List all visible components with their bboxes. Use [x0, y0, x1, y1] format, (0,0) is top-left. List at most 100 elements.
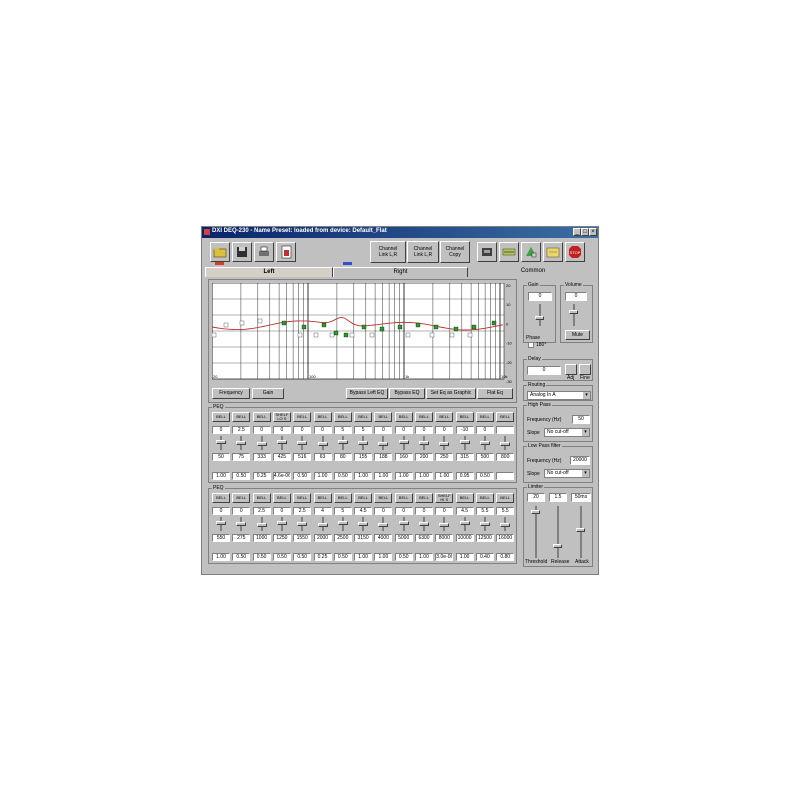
peq-left-gain-slider[interactable]	[418, 436, 430, 450]
peq-left-q-field[interactable]: 1.00	[394, 472, 413, 480]
peq-left-q-field[interactable]: 0.25	[252, 472, 271, 480]
peq-right-gain-slider[interactable]	[256, 517, 268, 531]
peq-right-gain-field[interactable]: 5	[333, 507, 352, 515]
peq-left-q-field[interactable]: 1.00	[313, 472, 332, 480]
peq-left-filter-type-button[interactable]: BELL	[354, 412, 373, 422]
peq-left-q-field[interactable]: 0.50	[232, 472, 251, 480]
peq-right-frequency-field[interactable]: 550	[212, 534, 230, 542]
peq-right-filter-type-button[interactable]: BELL	[232, 493, 251, 503]
peq-right-gain-slider[interactable]	[499, 517, 511, 531]
slider-thumb[interactable]	[236, 522, 247, 526]
release-slider-thumb[interactable]	[553, 544, 562, 548]
peq-left-gain-slider[interactable]	[459, 436, 471, 450]
peq-left-frequency-field[interactable]: 425	[272, 453, 291, 461]
peq-left-frequency-field[interactable]: 500	[475, 453, 494, 461]
peq-right-gain-slider[interactable]	[377, 517, 389, 531]
peq-left-gain-field[interactable]: 0	[293, 426, 312, 434]
peq-right-frequency-field[interactable]: 275	[232, 534, 251, 542]
peq-right-gain-slider[interactable]	[317, 517, 329, 531]
peq-right-q-field[interactable]: 0.25	[313, 553, 332, 561]
slider-thumb[interactable]	[317, 523, 328, 527]
peq-right-filter-type-button[interactable]: BELL	[293, 493, 312, 503]
eq-curve-graph[interactable]: 20100-10-20-3020 100 1k 10k	[212, 283, 519, 383]
peq-left-filter-type-button[interactable]: BELL	[293, 412, 312, 422]
peq-right-q-field[interactable]: 0.80	[496, 553, 515, 561]
peq-right-frequency-field[interactable]: 10000	[455, 534, 474, 542]
channel-link-lr-button[interactable]: Channel Link L,R	[407, 241, 439, 263]
peq-left-frequency-field[interactable]: 80	[333, 453, 352, 461]
peq-right-frequency-field[interactable]: 4000	[374, 534, 393, 542]
peq-left-gain-field[interactable]: 5	[333, 426, 352, 434]
bypass-eq-button[interactable]: Bypass EQ	[389, 388, 425, 399]
channel-copy-button[interactable]: Channel Copy	[440, 241, 470, 263]
peq-right-filter-type-button[interactable]: BELL	[455, 493, 474, 503]
peq-left-q-field[interactable]: 1.00	[354, 472, 373, 480]
peq-right-filter-type-button[interactable]: BELL	[354, 493, 373, 503]
slider-thumb[interactable]	[337, 521, 348, 525]
peq-right-q-field[interactable]: 1.00	[455, 553, 474, 561]
peq-right-gain-field[interactable]: 0	[374, 507, 393, 515]
slider-thumb[interactable]	[358, 522, 369, 526]
peq-right-frequency-field[interactable]: 1250	[272, 534, 291, 542]
peq-left-frequency-field[interactable]: 155	[354, 453, 373, 461]
peq-left-q-slider[interactable]	[418, 462, 430, 470]
maximize-button[interactable]: □	[581, 228, 589, 236]
peq-left-filter-type-button[interactable]: BELL	[475, 412, 494, 422]
slider-thumb[interactable]	[378, 523, 389, 527]
peq-right-gain-field[interactable]: 4.5	[455, 507, 474, 515]
peq-right-gain-slider[interactable]	[357, 517, 369, 531]
slider-thumb[interactable]	[479, 522, 490, 526]
peq-left-gain-slider[interactable]	[337, 436, 349, 450]
peq-right-frequency-field[interactable]: 16000	[496, 534, 515, 542]
peq-left-frequency-field[interactable]: 800	[496, 453, 515, 461]
peq-right-filter-type-button[interactable]: BELL	[333, 493, 352, 503]
peq-right-gain-slider[interactable]	[459, 517, 471, 531]
peq-left-q-slider[interactable]	[276, 462, 288, 470]
peq-right-gain-field[interactable]: 5.5	[475, 507, 494, 515]
slider-thumb[interactable]	[216, 440, 226, 444]
peq-left-gain-field[interactable]: 0	[272, 426, 291, 434]
volume-value-field[interactable]: 0	[565, 292, 587, 301]
slider-thumb[interactable]	[439, 523, 450, 527]
peq-right-q-slider[interactable]	[459, 543, 471, 551]
peq-left-gain-slider[interactable]	[357, 436, 369, 450]
peq-left-q-field[interactable]: 0.95	[455, 472, 474, 480]
peq-right-gain-field[interactable]: 0	[394, 507, 413, 515]
peq-left-gain-slider[interactable]	[317, 436, 329, 450]
peq-left-gain-slider[interactable]	[398, 436, 410, 450]
peq-left-q-slider[interactable]	[215, 462, 227, 470]
peq-left-frequency-field[interactable]: 516	[293, 453, 312, 461]
gain-slider-thumb[interactable]	[535, 316, 544, 320]
slider-thumb[interactable]	[276, 440, 287, 444]
peq-left-q-slider[interactable]	[377, 462, 389, 470]
peq-left-gain-field[interactable]: 2.5	[232, 426, 251, 434]
peq-left-q-slider[interactable]	[235, 462, 247, 470]
peq-right-gain-slider[interactable]	[235, 517, 247, 531]
delay-fine-spinner[interactable]	[579, 364, 591, 375]
peq-left-frequency-field[interactable]: 75	[232, 453, 251, 461]
peq-right-frequency-field[interactable]: 5000	[394, 534, 413, 542]
peq-left-filter-type-button[interactable]: BELL	[232, 412, 251, 422]
peq-right-gain-field[interactable]: 0	[272, 507, 291, 515]
stop-icon[interactable]: STOP	[565, 242, 585, 262]
peq-left-filter-type-button[interactable]: SHELF LO S	[272, 412, 291, 422]
peq-left-q-field[interactable]: 0.50	[475, 472, 494, 480]
close-button[interactable]: ×	[589, 228, 597, 236]
slider-thumb[interactable]	[297, 441, 308, 445]
peq-left-q-field[interactable]: 1.00	[415, 472, 433, 480]
peq-left-gain-slider[interactable]	[499, 436, 511, 450]
peq-right-frequency-field[interactable]: 1550	[293, 534, 312, 542]
threshold-slider-thumb[interactable]	[531, 510, 540, 514]
peq-right-gain-slider[interactable]	[398, 517, 410, 531]
slider-thumb[interactable]	[297, 522, 308, 526]
slider-thumb[interactable]	[398, 521, 409, 525]
hp-frequency-field[interactable]: 50	[572, 415, 590, 424]
peq-right-frequency-field[interactable]: 2000	[313, 534, 332, 542]
slider-thumb[interactable]	[358, 441, 369, 445]
peq-left-frequency-field[interactable]: 63	[313, 453, 332, 461]
peq-right-gain-slider[interactable]	[296, 517, 308, 531]
slider-thumb[interactable]	[500, 523, 511, 527]
peq-right-q-slider[interactable]	[276, 543, 288, 551]
delay-value-field[interactable]: 0	[527, 366, 561, 375]
peq-left-frequency-field[interactable]: 250	[435, 453, 454, 461]
